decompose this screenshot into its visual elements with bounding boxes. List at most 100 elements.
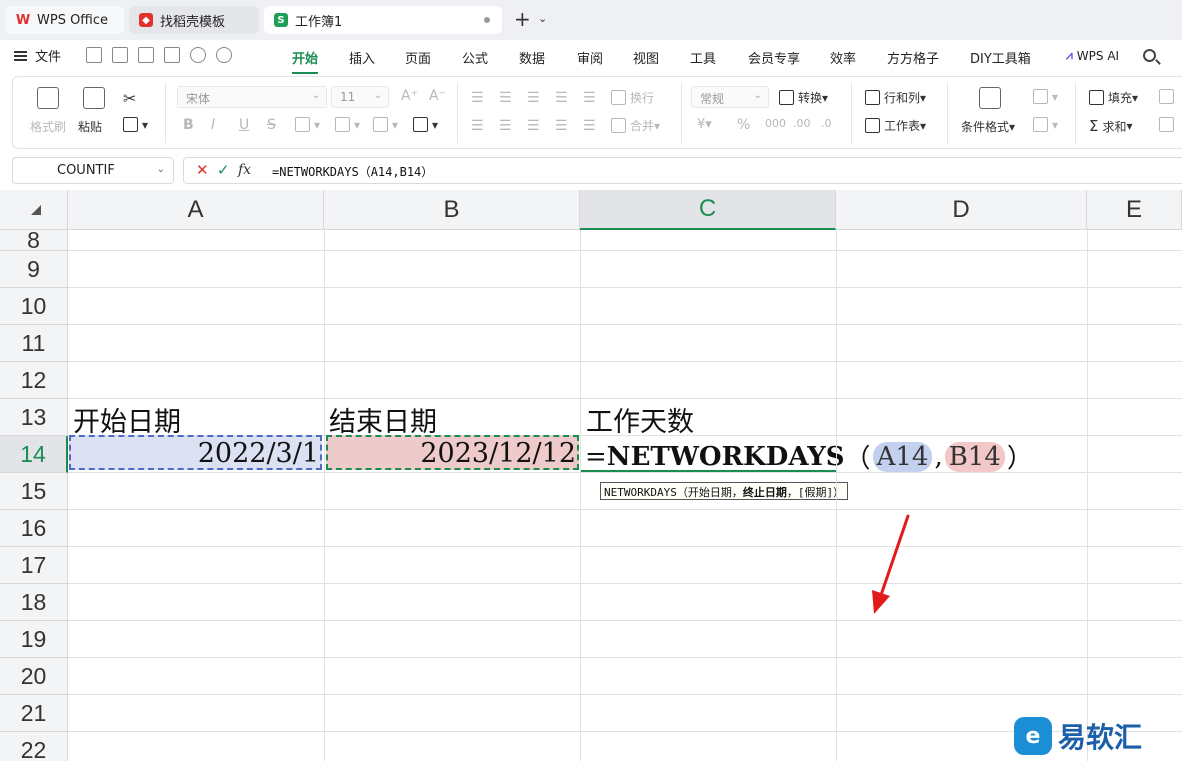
tab-ribbon-5[interactable]: 审阅 (577, 48, 603, 67)
paste-button[interactable]: 粘贴 (78, 118, 102, 135)
unsaved-dot-icon[interactable] (484, 17, 490, 23)
paste-icon[interactable] (83, 87, 105, 109)
tab-ribbon-3[interactable]: 公式 (462, 48, 488, 67)
font-color-icon[interactable]: ▾ (373, 117, 398, 132)
align-top-icon[interactable]: ☰ (471, 90, 484, 106)
align-left-icon[interactable]: ☰ (471, 118, 484, 134)
decimal-decrease-icon[interactable]: .0 (821, 117, 832, 130)
search-icon[interactable] (1143, 49, 1156, 62)
cell-c13[interactable]: 工作天数 (586, 400, 694, 439)
eraser-icon[interactable]: ▾ (413, 117, 438, 132)
row-header-10[interactable]: 10 (0, 288, 68, 325)
filter-icon[interactable] (1159, 117, 1178, 132)
tab-ribbon-2[interactable]: 页面 (405, 48, 431, 67)
cell-style-icon[interactable]: ▾ (1033, 89, 1058, 104)
tab-ribbon-1[interactable]: 插入 (349, 48, 375, 67)
row-header-22[interactable]: 22 (0, 732, 68, 761)
row-header-11[interactable]: 11 (0, 325, 68, 362)
underline-button[interactable]: U (239, 117, 249, 133)
fill-color-icon[interactable]: ▾ (335, 117, 360, 132)
chevron-down-icon[interactable]: ⌄ (538, 12, 547, 25)
cell-c14-edit[interactable]: = NETWORKDAYS （ A14 , B14 ） (585, 438, 1033, 475)
strikethrough-button[interactable]: S (267, 117, 276, 133)
tab-ribbon-8[interactable]: 会员专享 (748, 48, 800, 67)
italic-button[interactable]: I (211, 117, 215, 133)
spreadsheet-grid[interactable]: 22 21 20 19 18 17 16 15 14 13 12 11 10 9 8 开始日期 结束日期 工… (0, 190, 1182, 761)
merge-button[interactable]: 合并 ▾ (611, 117, 660, 134)
insert-function-icon[interactable]: fx (238, 162, 251, 178)
tab-ribbon-4[interactable]: 数据 (519, 48, 545, 67)
column-header-d[interactable]: D (836, 190, 1087, 230)
align-center-icon[interactable]: ☰ (499, 118, 512, 134)
tab-home[interactable]: 开始 (292, 48, 319, 74)
row-header-18[interactable]: 18 (0, 584, 68, 621)
cut-icon[interactable]: ✂ (123, 89, 136, 108)
row-header-8[interactable]: 8 (0, 227, 68, 253)
copy-icon[interactable]: ▾ (123, 117, 148, 132)
row-header-17[interactable]: 17 (0, 547, 68, 584)
align-right-icon[interactable]: ☰ (527, 118, 540, 134)
select-all-button[interactable] (0, 190, 68, 230)
row-header-15[interactable]: 15 (0, 473, 68, 510)
row-header-21[interactable]: 21 (0, 695, 68, 732)
percent-button[interactable]: % (737, 117, 750, 133)
indent-increase-icon[interactable]: ☰ (583, 90, 596, 106)
row-header-20[interactable]: 20 (0, 658, 68, 695)
column-header-e[interactable]: E (1087, 190, 1182, 230)
cell-a14[interactable]: 2022/3/1 (198, 438, 319, 469)
tab-ribbon-11[interactable]: DIY工具箱 (970, 48, 1031, 67)
column-header-c[interactable]: C (580, 190, 836, 230)
justify-icon[interactable]: ☰ (555, 118, 568, 134)
name-box[interactable]: COUNTIF ⌄ (12, 157, 174, 184)
worksheet-button[interactable]: 工作表 ▾ (865, 117, 926, 134)
indent-decrease-icon[interactable]: ☰ (555, 90, 568, 106)
distributed-icon[interactable]: ☰ (583, 118, 596, 134)
column-header-a[interactable]: A (68, 190, 324, 230)
tab-ribbon-7[interactable]: 工具 (690, 48, 716, 67)
cell-a13[interactable]: 开始日期 (73, 400, 181, 439)
decimal-increase-icon[interactable]: .00 (793, 117, 811, 130)
increase-font-icon[interactable]: A⁺ (401, 88, 418, 104)
border-icon[interactable]: ▾ (295, 117, 320, 132)
row-header-19[interactable]: 19 (0, 621, 68, 658)
align-middle-icon[interactable]: ☰ (499, 90, 512, 106)
convert-button[interactable]: 转换 ▾ (779, 89, 828, 106)
chevron-down-icon[interactable]: ⌄ (157, 164, 165, 175)
cell-b14[interactable]: 2023/12/12 (420, 438, 576, 469)
row-header-14[interactable]: 14 (0, 436, 68, 473)
confirm-icon[interactable]: ✓ (217, 161, 230, 179)
column-header-b[interactable]: B (324, 190, 580, 230)
conditional-format-icon[interactable] (979, 87, 1001, 109)
decrease-font-icon[interactable]: A⁻ (429, 88, 446, 104)
sort-icon[interactable] (1159, 89, 1178, 104)
tab-ribbon-9[interactable]: 效率 (830, 48, 856, 67)
format-painter-icon[interactable] (37, 87, 59, 109)
font-name-select[interactable]: 宋体 ⌄ (177, 86, 327, 108)
currency-icon[interactable]: ¥▾ (697, 117, 712, 132)
tab-docer-templates[interactable]: ◆ 找稻壳模板 (129, 6, 259, 34)
tab-wps-office[interactable]: W WPS Office (6, 6, 124, 34)
wrap-text-button[interactable]: 换行 (611, 89, 654, 106)
align-bottom-icon[interactable]: ☰ (527, 90, 540, 106)
bold-button[interactable]: B (183, 117, 194, 133)
tab-ribbon-6[interactable]: 视图 (633, 48, 659, 67)
cell-b13[interactable]: 结束日期 (329, 400, 437, 439)
sum-button[interactable]: Σ 求和 ▾ (1089, 117, 1133, 135)
format-painter-button[interactable]: 格式刷 (30, 118, 66, 135)
row-col-button[interactable]: 行和列 ▾ (865, 89, 926, 106)
row-header-16[interactable]: 16 (0, 510, 68, 547)
new-tab-button[interactable]: + (514, 9, 531, 29)
cancel-icon[interactable]: ✕ (196, 161, 209, 179)
thousands-icon[interactable]: 000 (765, 117, 786, 130)
row-header-9[interactable]: 9 (0, 251, 68, 288)
row-header-13[interactable]: 13 (0, 399, 68, 436)
conditional-format-button[interactable]: 条件格式 ▾ (961, 118, 1015, 135)
wps-ai-button[interactable]: ⩘ WPS AI (1066, 48, 1119, 63)
font-size-select[interactable]: 11 ⌄ (331, 86, 389, 108)
table-style-icon[interactable]: ▾ (1033, 117, 1058, 132)
tab-workbook[interactable]: S 工作簿1 (264, 6, 502, 34)
row-header-12[interactable]: 12 (0, 362, 68, 399)
tab-ribbon-10[interactable]: 方方格子 (887, 48, 939, 67)
number-format-select[interactable]: 常规 ⌄ (691, 86, 769, 108)
formula-input[interactable]: =NETWORKDAYS（A14,B14） (272, 163, 433, 180)
